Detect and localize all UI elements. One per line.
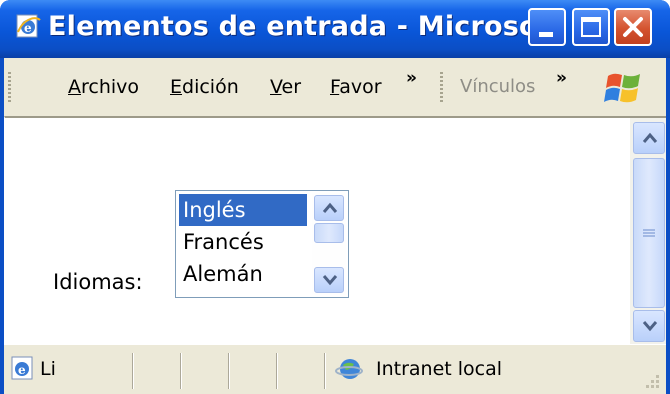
status-bar: e Li Intranet local — [4, 344, 666, 394]
language-listbox[interactable]: Inglés Francés Alemán — [175, 190, 349, 298]
scroll-thumb[interactable] — [633, 158, 665, 308]
links-label[interactable]: Vínculos — [460, 76, 535, 97]
grip-icon — [643, 229, 655, 237]
listbox-option[interactable]: Alemán — [179, 258, 307, 290]
chevron-down-icon — [322, 275, 338, 286]
title-bar[interactable]: e Elementos de entrada - Microsoft ... — [0, 0, 670, 58]
svg-text:e: e — [18, 363, 26, 377]
idiomas-label: Idiomas: — [53, 270, 143, 294]
minimize-icon — [539, 32, 553, 37]
page-content: Idiomas: Inglés Francés Alemán — [4, 116, 666, 344]
listbox-scroll-down-button[interactable] — [314, 267, 344, 293]
menu-favoritos[interactable]: Favor — [330, 76, 382, 98]
client-area: Archivo Edición Ver Favor » Vínculos » I… — [4, 58, 666, 394]
listbox-scroll-up-button[interactable] — [314, 195, 344, 221]
browser-window: e Elementos de entrada - Microsoft ... A… — [0, 0, 670, 394]
listbox-scrollbar[interactable] — [312, 193, 346, 295]
status-separator — [276, 353, 278, 389]
minimize-button[interactable] — [528, 8, 566, 46]
status-separator — [132, 353, 134, 389]
windows-flag-icon — [604, 73, 640, 103]
ie-page-icon: e — [11, 356, 33, 380]
chevron-up-icon — [642, 132, 658, 143]
menu-archivo[interactable]: Archivo — [68, 76, 139, 98]
menu-ver[interactable]: Ver — [270, 76, 301, 98]
listbox-option[interactable]: Francés — [179, 226, 307, 258]
zone-text: Intranet local — [376, 358, 503, 380]
ie-page-icon: e — [16, 14, 41, 38]
toolbar-grip[interactable] — [8, 70, 11, 102]
window-border-right — [666, 58, 670, 394]
chevron-down-icon — [642, 321, 658, 332]
maximize-button[interactable] — [572, 8, 610, 46]
menu-overflow-button[interactable]: » — [406, 68, 417, 88]
close-button[interactable] — [614, 8, 652, 46]
status-separator — [324, 353, 326, 389]
links-grip[interactable] — [440, 70, 443, 102]
close-icon — [623, 17, 643, 37]
scroll-down-button[interactable] — [633, 310, 665, 342]
globe-icon — [335, 359, 363, 379]
listbox-option[interactable]: Inglés — [179, 194, 307, 226]
status-separator — [228, 353, 230, 389]
status-text: Li — [40, 358, 56, 380]
listbox-scroll-thumb[interactable] — [314, 223, 344, 243]
page-scrollbar[interactable] — [630, 118, 666, 344]
links-overflow-button[interactable]: » — [556, 68, 567, 88]
menu-edicion[interactable]: Edición — [170, 76, 239, 98]
scroll-up-button[interactable] — [633, 122, 665, 154]
window-title: Elementos de entrada - Microsoft ... — [48, 11, 604, 42]
chevron-up-icon — [322, 202, 338, 213]
menu-bar: Archivo Edición Ver Favor » Vínculos » — [4, 58, 666, 114]
maximize-icon — [581, 17, 601, 37]
resize-grip-icon[interactable] — [642, 371, 660, 389]
status-separator — [180, 353, 182, 389]
